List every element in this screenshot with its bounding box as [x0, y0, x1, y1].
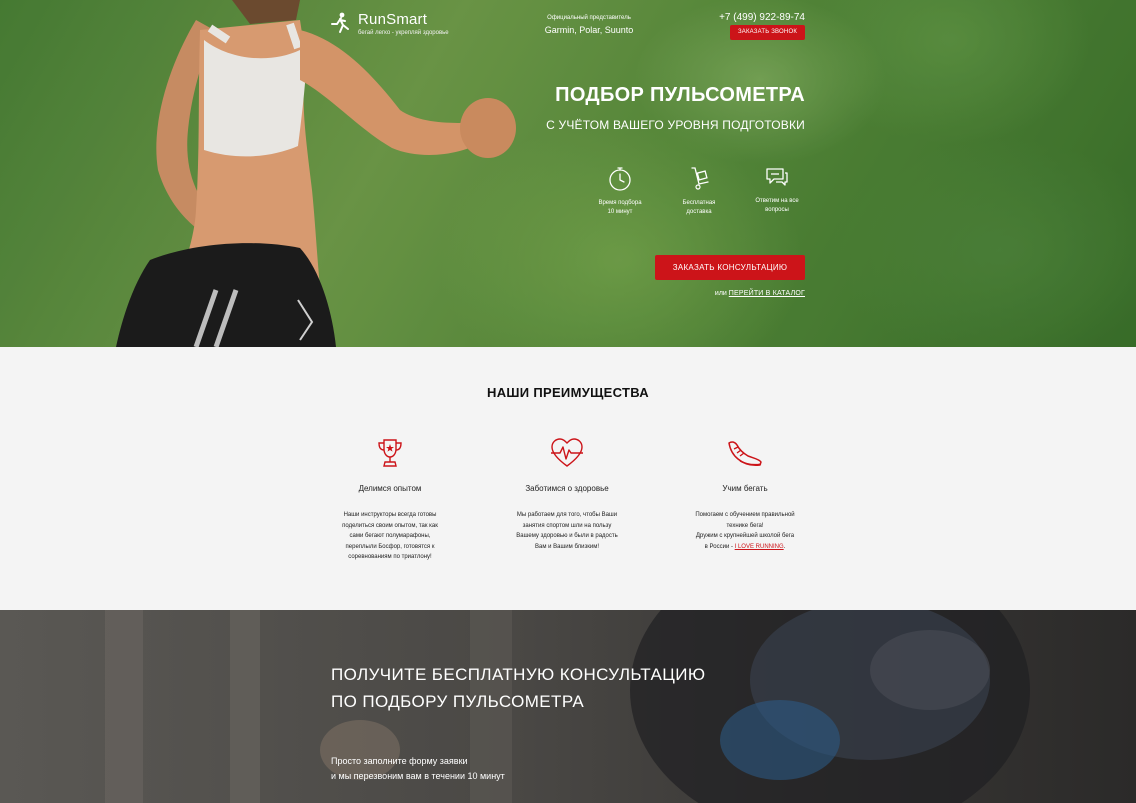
order-consultation-button[interactable]: ЗАКАЗАТЬ КОНСУЛЬТАЦИЮ	[655, 255, 805, 280]
feature-label: Ответим на все вопросы	[745, 197, 809, 215]
advantage-text: Помогаем с обучением правильной технике …	[670, 510, 820, 552]
running-shoe-icon	[728, 441, 762, 466]
advantage-teach-running: Учим бегать Помогаем с обучением правиль…	[670, 437, 820, 552]
feature-line: вопросы	[765, 207, 789, 213]
chat-icon	[766, 168, 788, 186]
advantage-line: Мы работаем для того, чтобы Ваши	[516, 512, 618, 518]
feature-line: Время подбора	[598, 200, 642, 206]
go-to-catalog-link[interactable]: ПЕРЕЙТИ В КАТАЛОГ	[729, 290, 805, 297]
hero-title: ПОДБОР ПУЛЬСОМЕТРА	[555, 84, 805, 106]
feature-line: Бесплатная	[682, 200, 716, 206]
feature-line: Ответим на все	[755, 198, 799, 204]
consultation-title-line: ПОЛУЧИТЕ БЕСПЛАТНУЮ КОНСУЛЬТАЦИЮ	[331, 665, 706, 684]
or-text: или	[714, 290, 727, 297]
advantages-title: НАШИ ПРЕИМУЩЕСТВА	[487, 385, 649, 400]
advantage-line: соревнованиям по триатлону!	[348, 554, 432, 560]
advantage-experience: Делимся опытом Наши инструкторы всегда г…	[315, 437, 465, 563]
feature-label: Бесплатная доставка	[667, 199, 731, 217]
advantage-line-end: .	[783, 543, 786, 550]
advantage-line: поделиться своим опытом, так как	[342, 522, 438, 529]
advantage-line: переплыли Босфор, готовятся к	[345, 543, 435, 550]
advantage-line: Вам и Вашим близким!	[535, 543, 599, 550]
advantages-section: НАШИ ПРЕИМУЩЕСТВА Делимся опытом Наши ин…	[0, 347, 1136, 610]
catalog-line: или ПЕРЕЙТИ В КАТАЛОГ	[640, 290, 805, 297]
advantage-line: занятия спортом шли на пользу	[522, 522, 612, 529]
consultation-section: ПОЛУЧИТЕ БЕСПЛАТНУЮ КОНСУЛЬТАЦИЮ ПО ПОДБ…	[0, 610, 1136, 803]
consultation-title-line: ПО ПОДБОРУ ПУЛЬСОМЕТРА	[331, 692, 585, 711]
feature-line: доставка	[686, 209, 712, 215]
logo-tagline: бегай легко - укрепляй здоровье	[358, 30, 449, 36]
feature-label: Время подбора 10 минут	[588, 199, 652, 217]
runner-logo-icon	[331, 12, 349, 33]
advantage-line: Дружим с крупнейшей школой бега	[695, 533, 795, 539]
stopwatch-icon	[609, 167, 631, 191]
advantage-title: Учим бегать	[722, 484, 768, 493]
advantage-health: Заботимся о здоровье Мы работаем для тог…	[492, 437, 642, 552]
feature-free-delivery: Бесплатная доставка	[667, 166, 731, 217]
logo-text: RunSmart бегай легко - укрепляй здоровье	[358, 12, 449, 37]
advantage-line-start: в России -	[704, 543, 735, 550]
advantage-line: сами бегают полумарафоны,	[349, 533, 431, 539]
dealer-brands: Garmin, Polar, Suunto	[544, 25, 634, 35]
consultation-title: ПОЛУЧИТЕ БЕСПЛАТНУЮ КОНСУЛЬТАЦИЮ ПО ПОДБ…	[331, 661, 831, 715]
runner-photo	[116, 0, 516, 347]
feature-answers: Ответим на все вопросы	[745, 166, 809, 215]
logo[interactable]: RunSmart бегай легко - укрепляй здоровье	[330, 12, 449, 37]
phone-number[interactable]: +7 (499) 922-89-74	[700, 12, 805, 24]
order-callback-button[interactable]: ЗАКАЗАТЬ ЗВОНОК	[730, 25, 805, 40]
advantage-text: Мы работаем для того, чтобы Ваши занятия…	[492, 510, 642, 552]
official-dealer: Официальный представитель Garmin, Polar,…	[530, 14, 648, 36]
advantage-line: технике бега!	[726, 522, 764, 529]
feature-line: 10 минут	[607, 209, 633, 215]
advantage-line: в России - I LOVE RUNNING.	[670, 542, 820, 553]
logo-name: RunSmart	[358, 11, 428, 28]
hero-subtitle: С УЧЁТОМ ВАШЕГО УРОВНЯ ПОДГОТОВКИ	[546, 118, 805, 132]
advantage-title: Заботимся о здоровье	[525, 484, 609, 493]
consultation-text-line: Просто заполните форму заявки	[331, 756, 468, 766]
dealer-title: Официальный представитель	[547, 15, 631, 21]
advantage-line: Наши инструкторы всегда готовы	[343, 512, 437, 518]
hero-section: RunSmart бегай легко - укрепляй здоровье…	[0, 0, 1136, 347]
delivery-cart-icon	[691, 167, 709, 190]
i-love-running-link[interactable]: I LOVE RUNNING	[735, 544, 784, 550]
advantage-title: Делимся опытом	[358, 484, 422, 493]
trophy-icon	[378, 439, 402, 467]
advantage-line: Вашему здоровью и были в радость	[516, 533, 618, 539]
consultation-text: Просто заполните форму заявки и мы перез…	[331, 754, 631, 784]
feature-selection-time: Время подбора 10 минут	[588, 166, 652, 217]
consultation-text-line: и мы перезвоним вам в течении 10 минут	[331, 771, 505, 781]
heart-pulse-icon	[551, 438, 583, 467]
advantage-line: Помогаем с обучением правильной	[695, 512, 795, 518]
advantage-text: Наши инструкторы всегда готовы поделитьс…	[315, 510, 465, 563]
